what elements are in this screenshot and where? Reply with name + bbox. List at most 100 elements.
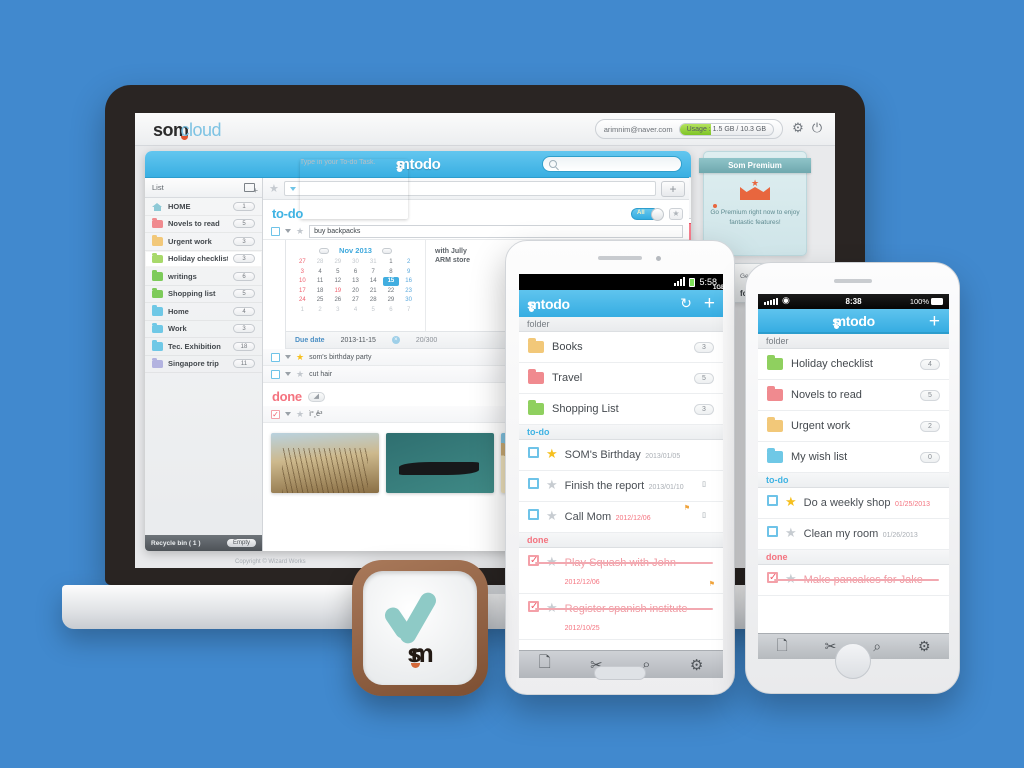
power-icon[interactable]: ⏻ (810, 121, 824, 135)
calendar-day[interactable]: 30 (400, 296, 417, 305)
tab-note[interactable]: NOTE (689, 177, 691, 219)
calendar-prev-button[interactable] (319, 247, 330, 254)
task-row[interactable]: ★ Do a weekly shop 01/25/2013 (758, 488, 949, 519)
calendar-day[interactable]: 23 (400, 287, 417, 296)
task-checkbox[interactable] (271, 226, 280, 236)
due-date-value[interactable]: 2013-11-15 (341, 337, 376, 344)
gear-icon[interactable]: ⚙ (791, 121, 805, 135)
calendar-day[interactable]: 28 (312, 258, 329, 267)
som-app-icon[interactable]: sm (352, 560, 488, 696)
calendar-day[interactable]: 4 (312, 268, 329, 277)
calendar-day[interactable]: 3 (329, 306, 346, 315)
filter-all-toggle[interactable]: All (631, 208, 664, 221)
calendar-day[interactable]: 9 (400, 268, 417, 277)
calendar-day[interactable]: 20 (347, 287, 364, 296)
sidebar-item-shopping-list[interactable]: Shopping list 5 (145, 286, 262, 303)
sidebar-item-novels-to-read[interactable]: Novels to read 5 (145, 216, 262, 233)
add-button[interactable]: + (929, 311, 940, 333)
sidebar-item-singapore-trip[interactable]: Singapore trip 11 (145, 356, 262, 373)
calendar-day[interactable]: 30 (347, 258, 364, 267)
add-task-input[interactable]: Type in your To-do Task. (283, 159, 656, 196)
calendar-day[interactable]: 5 (365, 306, 382, 315)
task-checkbox[interactable] (767, 495, 778, 506)
calendar-day[interactable]: 3 (294, 268, 311, 277)
chevron-down-icon[interactable] (285, 355, 291, 359)
calendar-day[interactable]: 28 (365, 296, 382, 305)
scissors-icon[interactable]: ✂ (825, 638, 837, 655)
sidebar-item-urgent-work[interactable]: Urgent work 3 (145, 233, 262, 251)
task-row-editing[interactable]: ★ buy backpacks (263, 223, 691, 240)
calendar-day[interactable]: 11 (312, 277, 329, 286)
calendar-day[interactable]: 6 (383, 306, 400, 315)
photo-gondola[interactable] (386, 433, 494, 493)
calendar-day[interactable]: 2 (312, 306, 329, 315)
calendar-day[interactable]: 24 (294, 296, 311, 305)
task-checkbox[interactable] (528, 509, 539, 520)
calendar-day[interactable]: 4 (347, 306, 364, 315)
calendar-day[interactable]: 18 (312, 287, 329, 296)
calendar-day[interactable]: 14 (365, 277, 382, 286)
task-checkbox[interactable] (528, 478, 539, 489)
calendar-day[interactable]: 1 (294, 306, 311, 315)
calendar-day[interactable]: 10 (294, 277, 311, 286)
calendar-day[interactable]: 27 (347, 296, 364, 305)
star-icon[interactable]: ★ (296, 369, 304, 380)
star-icon[interactable]: ★ (785, 525, 797, 541)
task-checkbox-checked[interactable]: ✓ (767, 572, 778, 583)
folder-row-holiday-checklist[interactable]: Holiday checklist 4 (758, 349, 949, 380)
calendar-day[interactable]: 7 (400, 306, 417, 315)
task-checkbox[interactable] (271, 369, 280, 379)
sync-icon[interactable]: ↻ (680, 295, 692, 312)
calendar-day[interactable]: 26 (329, 296, 346, 305)
sidebar-item-holiday-checklist[interactable]: Holiday checklist 3 (145, 250, 262, 268)
calendar-day[interactable]: 27 (294, 258, 311, 267)
calendar-day[interactable]: 17 (294, 287, 311, 296)
sidebar-item-tec-exhibition[interactable]: Tec. Exhibition 18 (145, 338, 262, 356)
account-bar[interactable]: arimnim@naver.com Usage : 1.5 GB / 10.3 … (594, 119, 783, 139)
calendar-grid[interactable]: 27 28 29 30 31 1 2 3 4 5 6 7 8 9 10 11 1… (294, 258, 417, 314)
chevron-down-icon[interactable] (285, 412, 291, 416)
calendar-day[interactable]: 8 (383, 268, 400, 277)
empty-button[interactable]: Empty (226, 539, 256, 547)
task-checkbox-checked[interactable]: ✓ (528, 555, 539, 566)
chevron-down-icon[interactable] (289, 186, 296, 191)
star-icon[interactable]: ★ (269, 182, 279, 195)
task-checkbox[interactable] (271, 352, 280, 362)
calendar-day[interactable]: 31 (365, 258, 382, 267)
calendar-day[interactable]: 25 (312, 296, 329, 305)
calendar-day[interactable]: 29 (329, 258, 346, 267)
calendar-day[interactable]: 2 (400, 258, 417, 267)
calendar-next-button[interactable] (381, 247, 392, 254)
calendar-day[interactable]: 1 (383, 258, 400, 267)
star-icon[interactable]: ★ (546, 508, 558, 524)
star-icon[interactable]: ★ (296, 226, 304, 237)
gear-icon[interactable]: ⚙ (918, 638, 931, 655)
folder-row-novels-to-read[interactable]: Novels to read 5 (758, 380, 949, 411)
task-checkbox[interactable] (528, 447, 539, 458)
chevron-down-icon[interactable] (285, 372, 291, 376)
sidebar-item-writings[interactable]: writings 6 (145, 268, 262, 286)
new-folder-icon[interactable]: 🗋 (539, 652, 551, 677)
add-task-button[interactable]: + (661, 180, 685, 197)
recycle-bin[interactable]: Recycle bin ( 1 ) Empty (145, 535, 262, 551)
calendar-day[interactable]: 6 (347, 268, 364, 277)
calendar-day[interactable]: 29 (383, 296, 400, 305)
task-edit-input[interactable]: buy backpacks (309, 224, 683, 238)
sidebar-item-home-folder[interactable]: Home 4 (145, 303, 262, 321)
calendar-day-selected[interactable]: 15 (382, 277, 400, 286)
task-row[interactable]: ★ Finish the report 2013/01/10 ▯ (519, 471, 723, 502)
filter-star-button[interactable]: ★ (669, 208, 683, 220)
calendar-day[interactable]: 5 (329, 268, 346, 277)
add-button[interactable]: + (704, 294, 715, 313)
iphone-home-button[interactable] (834, 643, 871, 679)
folder-row-books[interactable]: Books 3 (519, 332, 723, 363)
folder-row-travel[interactable]: Travel 5 (519, 363, 723, 394)
task-row[interactable]: ★ Clean my room 01/26/2013 (758, 519, 949, 550)
star-icon[interactable]: ★ (546, 477, 558, 493)
task-checkbox-checked[interactable]: ✓ (271, 409, 280, 419)
folder-row-my-wish-list[interactable]: My wish list 0 (758, 442, 949, 473)
folder-row-shopping-list[interactable]: Shopping List 3 (519, 394, 723, 425)
search-input[interactable] (542, 156, 682, 172)
star-icon[interactable]: ★ (785, 494, 797, 510)
calendar-day[interactable]: 16 (400, 277, 417, 286)
